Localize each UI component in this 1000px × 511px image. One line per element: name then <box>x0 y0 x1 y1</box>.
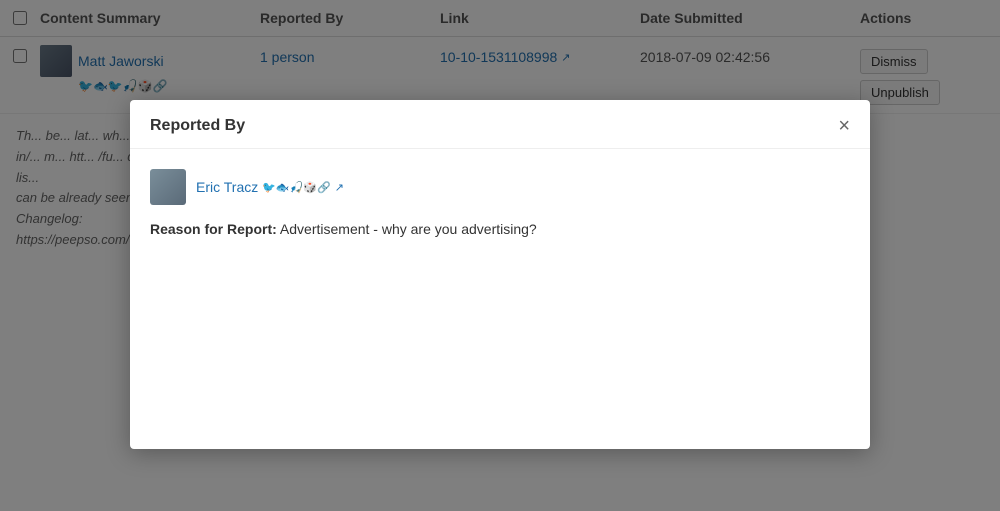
reporter-icons: 🐦🐟🎣🎲🔗 <box>262 181 330 194</box>
reason-value: Advertisement - why are you advertising? <box>280 221 537 237</box>
reason-text: Reason for Report: Advertisement - why a… <box>150 219 850 240</box>
page-wrapper: Content Summary Reported By Link Date Su… <box>0 0 1000 511</box>
reason-label: Reason for Report: <box>150 221 277 237</box>
modal: Reported By × Eric Tracz 🐦🐟🎣🎲🔗 ↗ Reason … <box>130 100 870 449</box>
modal-close-button[interactable]: × <box>838 116 850 136</box>
modal-header: Reported By × <box>130 100 870 149</box>
reporter-name[interactable]: Eric Tracz 🐦🐟🎣🎲🔗 ↗ <box>196 179 344 195</box>
reporter-avatar <box>150 169 186 205</box>
reporter-external-link-icon[interactable]: ↗ <box>335 181 344 194</box>
modal-title: Reported By <box>150 117 245 135</box>
modal-overlay: Reported By × Eric Tracz 🐦🐟🎣🎲🔗 ↗ Reason … <box>0 0 1000 511</box>
modal-body: Eric Tracz 🐦🐟🎣🎲🔗 ↗ Reason for Report: Ad… <box>130 149 870 449</box>
reporter-row: Eric Tracz 🐦🐟🎣🎲🔗 ↗ <box>150 169 850 205</box>
